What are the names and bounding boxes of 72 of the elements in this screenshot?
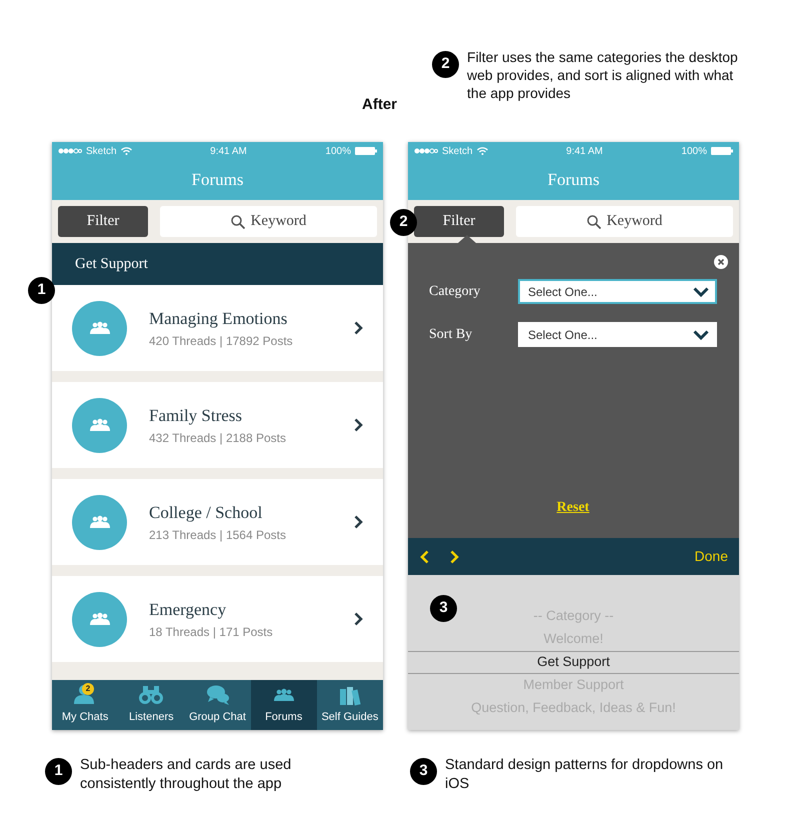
- forum-title: Managing Emotions: [149, 308, 288, 330]
- callout-number: 2: [390, 209, 417, 236]
- chevron-down-icon: [693, 286, 709, 296]
- signal-icon: [58, 148, 82, 154]
- close-icon: [714, 255, 728, 269]
- chevron-down-icon: [693, 330, 709, 340]
- status-time: 9:41 AM: [565, 144, 604, 158]
- wifi-icon: [476, 147, 488, 155]
- forum-card[interactable]: Emergency 18 Threads | 171 Posts: [52, 576, 383, 662]
- filter-button[interactable]: Filter: [414, 206, 504, 237]
- battery-icon: [711, 147, 733, 155]
- books-icon: [338, 684, 362, 706]
- screen-title: Forums: [192, 169, 244, 192]
- chevron-right-icon: [354, 612, 363, 626]
- forum-title: Family Stress: [149, 405, 244, 428]
- forum-title: Emergency: [149, 599, 228, 622]
- forum-stats: 213 Threads | 1564 Posts: [149, 526, 287, 544]
- callout-number: 2: [432, 51, 460, 78]
- section-header: Get Support: [75, 254, 148, 274]
- field-label: Sort By: [429, 326, 474, 344]
- heading: After: [362, 94, 398, 114]
- status-time: 9:41 AM: [209, 144, 248, 158]
- forum-card[interactable]: College / School 213 Threads | 1564 Posts: [52, 479, 383, 565]
- forum-stats: 420 Threads | 17892 Posts: [149, 332, 294, 350]
- notification-badge: 2: [82, 683, 94, 695]
- group-icon: [88, 612, 112, 626]
- select-dropdown[interactable]: Select One...: [518, 322, 717, 347]
- field-label: Category: [429, 283, 482, 301]
- tab-item[interactable]: Group Chat: [184, 680, 251, 730]
- annotation-text: Filter uses the same categories the desktop web provides, and sort is aligned with what the app provides: [467, 48, 739, 103]
- annotation-text: Sub-headers and cards are used consistently throughout the app: [80, 756, 292, 794]
- chevron-right-icon: [354, 418, 363, 432]
- group-icon: [88, 321, 112, 335]
- chevron-right-icon: [450, 550, 459, 564]
- done-button[interactable]: Done: [694, 546, 728, 567]
- annotation-text: Standard design patterns for dropdowns on iOS: [445, 756, 724, 794]
- screen-title: Forums: [548, 169, 600, 192]
- forum-stats: 432 Threads | 2188 Posts: [149, 430, 287, 447]
- wifi-icon: [120, 147, 132, 155]
- tab-item[interactable]: Self Guides: [316, 680, 383, 730]
- callout-number: 1: [28, 277, 55, 304]
- forum-stats: 18 Threads | 171 Posts: [149, 624, 274, 641]
- battery-text: 100%: [681, 144, 707, 158]
- reset-link[interactable]: Reset: [556, 500, 590, 515]
- filter-button[interactable]: Filter: [58, 206, 148, 237]
- search-icon: [586, 214, 601, 228]
- select-dropdown[interactable]: Select One...: [518, 279, 717, 304]
- carrier-text: Sketch: [86, 144, 117, 158]
- battery-icon: [355, 147, 377, 155]
- chevron-left-icon: [420, 550, 429, 564]
- callout-number: 1: [45, 758, 72, 785]
- group-icon: [88, 418, 112, 432]
- forum-card[interactable]: Family Stress 432 Threads | 2188 Posts: [52, 382, 383, 468]
- signal-icon: [414, 148, 438, 154]
- forum-card[interactable]: Managing Emotions 420 Threads | 17892 Posts: [52, 285, 383, 371]
- chevron-right-icon: [354, 515, 363, 529]
- picker-option[interactable]: Get Support: [408, 651, 739, 674]
- forum-title: College / School: [149, 502, 264, 524]
- chat-bubbles-icon: [206, 684, 230, 706]
- binoculars-icon: [139, 684, 164, 706]
- tab-item[interactable]: Forums: [250, 680, 317, 730]
- tab-item[interactable]: 2 My Chats: [52, 680, 118, 730]
- search-field[interactable]: Keyword: [516, 206, 733, 237]
- search-field[interactable]: Keyword: [160, 206, 377, 237]
- tab-item[interactable]: Listeners: [118, 680, 184, 730]
- callout-number: 3: [410, 758, 437, 785]
- chevron-right-icon: [354, 321, 363, 335]
- search-icon: [230, 214, 245, 228]
- carrier-text: Sketch: [442, 144, 473, 158]
- group-icon: [88, 515, 112, 529]
- callout-number: 3: [430, 595, 457, 622]
- battery-text: 100%: [325, 144, 351, 158]
